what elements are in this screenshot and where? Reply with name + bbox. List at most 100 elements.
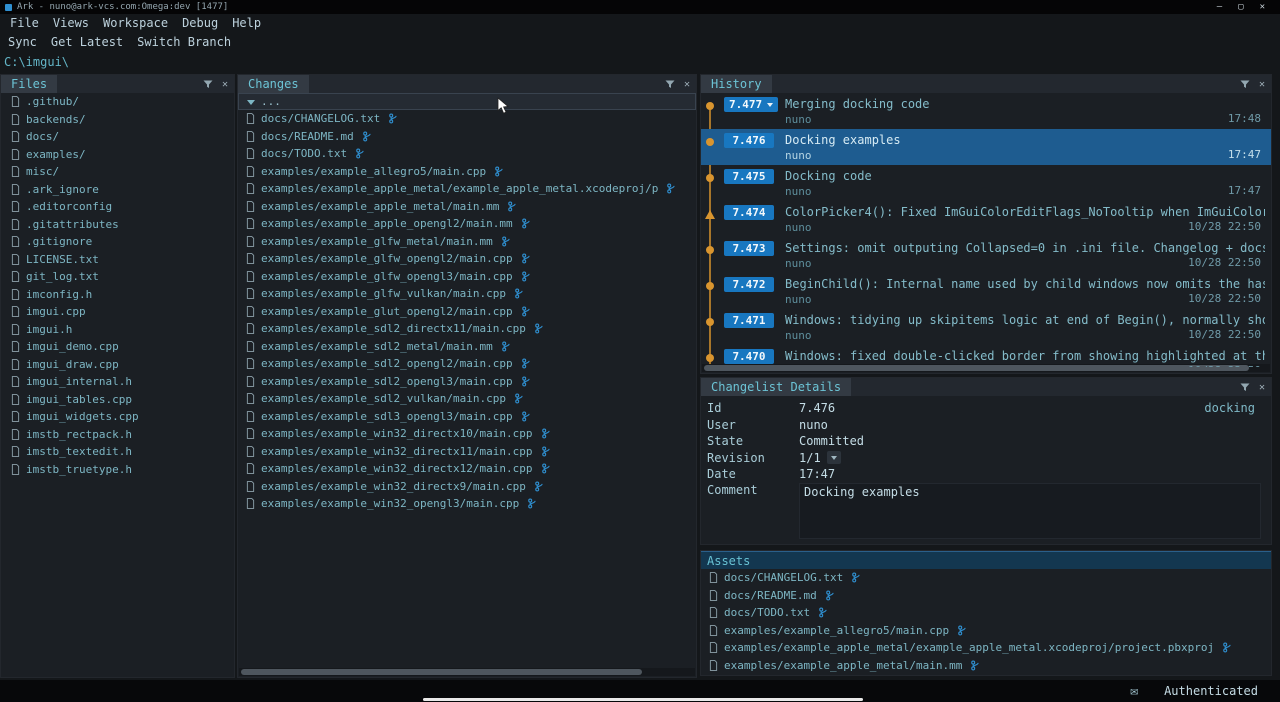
toolbar-button[interactable]: Switch Branch	[137, 35, 231, 49]
scrollbar-thumb[interactable]	[241, 669, 642, 675]
toolbar-button[interactable]: Sync	[8, 35, 37, 49]
revision-badge[interactable]: 7.474	[724, 205, 774, 220]
filter-icon[interactable]	[203, 80, 213, 89]
revision-dropdown[interactable]	[827, 451, 841, 464]
file-row[interactable]: imconfig.h	[1, 286, 234, 304]
file-row[interactable]: LICENSE.txt	[1, 251, 234, 269]
tab-history[interactable]: History	[701, 75, 772, 93]
changed-file-row[interactable]: examples/example_sdl3_opengl3/main.cpp	[238, 408, 696, 426]
file-row[interactable]: docs/	[1, 128, 234, 146]
changed-file-row[interactable]: docs/TODO.txt	[238, 145, 696, 163]
file-row[interactable]: imgui_demo.cpp	[1, 338, 234, 356]
commit-row[interactable]: 7.477 Merging docking code nuno 17:48	[701, 93, 1271, 129]
menu-item[interactable]: Debug	[182, 16, 218, 30]
menu-item[interactable]: Workspace	[103, 16, 168, 30]
asset-row[interactable]: examples/example_apple_metal/example_app…	[701, 639, 1271, 657]
menu-item[interactable]: Views	[53, 16, 89, 30]
close-button[interactable]: ✕	[1260, 2, 1265, 12]
file-row[interactable]: .github/	[1, 93, 234, 111]
commit-row[interactable]: 7.475 Docking code nuno 17:47	[701, 165, 1271, 201]
changed-file-row[interactable]: examples/example_apple_metal/example_app…	[238, 180, 696, 198]
tab-files[interactable]: Files	[1, 75, 57, 93]
commit-row[interactable]: 7.470 Windows: fixed double-clicked bord…	[701, 345, 1271, 367]
changed-file-row[interactable]: examples/example_glfw_opengl3/main.cpp	[238, 268, 696, 286]
changed-file-row[interactable]: examples/example_sdl2_metal/main.mm	[238, 338, 696, 356]
changes-tree-root[interactable]: ...	[238, 93, 696, 110]
tab-changelist-details[interactable]: Changelist Details	[701, 378, 851, 396]
revision-badge[interactable]: 7.473	[724, 241, 774, 256]
file-row[interactable]: backends/	[1, 111, 234, 129]
revision-dropdown-icon[interactable]	[767, 103, 773, 110]
graph-node-icon	[706, 354, 714, 362]
file-row[interactable]: git_log.txt	[1, 268, 234, 286]
file-row[interactable]: imgui_widgets.cpp	[1, 408, 234, 426]
changed-file-row[interactable]: docs/README.md	[238, 128, 696, 146]
changes-horizontal-scrollbar[interactable]	[239, 668, 695, 676]
commit-row[interactable]: 7.473 Settings: omit outputing Collapsed…	[701, 237, 1271, 273]
asset-row[interactable]: docs/CHANGELOG.txt	[701, 569, 1271, 587]
asset-row[interactable]: examples/example_allegro5/main.cpp	[701, 622, 1271, 640]
changed-file-row[interactable]: examples/example_sdl2_vulkan/main.cpp	[238, 390, 696, 408]
file-row[interactable]: .ark_ignore	[1, 181, 234, 199]
revision-badge[interactable]: 7.471	[724, 313, 774, 328]
asset-row[interactable]: examples/example_apple_metal/main.mm	[701, 657, 1271, 675]
filter-icon[interactable]	[665, 80, 675, 89]
changed-file-row[interactable]: examples/example_glfw_opengl2/main.cpp	[238, 250, 696, 268]
revision-badge[interactable]: 7.477	[724, 97, 778, 112]
expand-arrow-icon[interactable]	[247, 100, 255, 109]
file-row[interactable]: imgui.h	[1, 321, 234, 339]
file-row[interactable]: .gitattributes	[1, 216, 234, 234]
file-row[interactable]: imgui_tables.cpp	[1, 391, 234, 409]
changed-file-row[interactable]: examples/example_win32_directx9/main.cpp	[238, 478, 696, 496]
asset-row[interactable]: docs/TODO.txt	[701, 604, 1271, 622]
filter-icon[interactable]	[1240, 383, 1250, 392]
file-row[interactable]: imstb_rectpack.h	[1, 426, 234, 444]
revision-badge[interactable]: 7.475	[724, 169, 774, 184]
commit-row[interactable]: 7.474 ColorPicker4(): Fixed ImGuiColorEd…	[701, 201, 1271, 237]
changed-file-row[interactable]: examples/example_glfw_metal/main.mm	[238, 233, 696, 251]
changed-file-row[interactable]: examples/example_win32_opengl3/main.cpp	[238, 495, 696, 513]
changed-file-row[interactable]: examples/example_glfw_vulkan/main.cpp	[238, 285, 696, 303]
changed-file-row[interactable]: examples/example_apple_opengl2/main.mm	[238, 215, 696, 233]
tab-changes[interactable]: Changes	[238, 75, 309, 93]
minimize-button[interactable]: –	[1217, 2, 1222, 12]
file-row[interactable]: imgui.cpp	[1, 303, 234, 321]
file-row[interactable]: imstb_textedit.h	[1, 443, 234, 461]
revision-badge[interactable]: 7.470	[724, 349, 774, 364]
file-row[interactable]: misc/	[1, 163, 234, 181]
maximize-button[interactable]: ▢	[1238, 2, 1243, 12]
changed-file-row[interactable]: docs/CHANGELOG.txt	[238, 110, 696, 128]
revision-badge[interactable]: 7.472	[724, 277, 774, 292]
changed-file-row[interactable]: examples/example_win32_directx10/main.cp…	[238, 425, 696, 443]
file-row[interactable]: examples/	[1, 146, 234, 164]
close-panel-icon[interactable]: ✕	[684, 79, 690, 90]
comment-field[interactable]: Docking examples	[799, 483, 1261, 539]
menu-item[interactable]: File	[10, 16, 39, 30]
changed-file-row[interactable]: examples/example_sdl2_opengl3/main.cpp	[238, 373, 696, 391]
file-row[interactable]: imgui_draw.cpp	[1, 356, 234, 374]
revision-badge[interactable]: 7.476	[724, 133, 774, 148]
changed-file-row[interactable]: examples/example_glut_opengl2/main.cpp	[238, 303, 696, 321]
file-row[interactable]: imgui_internal.h	[1, 373, 234, 391]
changed-file-row[interactable]: examples/example_apple_metal/main.mm	[238, 198, 696, 216]
changed-file-row[interactable]: examples/example_win32_directx11/main.cp…	[238, 443, 696, 461]
commit-row[interactable]: 7.472 BeginChild(): Internal name used b…	[701, 273, 1271, 309]
file-row[interactable]: imstb_truetype.h	[1, 461, 234, 479]
changed-file-row[interactable]: examples/example_sdl2_directx11/main.cpp	[238, 320, 696, 338]
file-row[interactable]: .gitignore	[1, 233, 234, 251]
asset-row[interactable]: docs/README.md	[701, 587, 1271, 605]
commit-row[interactable]: 7.471 Windows: tidying up skipitems logi…	[701, 309, 1271, 345]
workspace-path: C:\imgui\	[4, 55, 69, 69]
close-panel-icon[interactable]: ✕	[1259, 79, 1265, 90]
commit-row[interactable]: 7.476 Docking examples nuno 17:47	[701, 129, 1271, 165]
filter-icon[interactable]	[1240, 80, 1250, 89]
toolbar-button[interactable]: Get Latest	[51, 35, 123, 49]
changed-file-row[interactable]: examples/example_win32_directx12/main.cp…	[238, 460, 696, 478]
close-panel-icon[interactable]: ✕	[1259, 382, 1265, 393]
close-panel-icon[interactable]: ✕	[222, 79, 228, 90]
menu-item[interactable]: Help	[232, 16, 261, 30]
changed-file-row[interactable]: examples/example_allegro5/main.cpp	[238, 163, 696, 181]
changed-file-row[interactable]: examples/example_sdl2_opengl2/main.cpp	[238, 355, 696, 373]
file-row[interactable]: .editorconfig	[1, 198, 234, 216]
changes-list: docs/CHANGELOG.txt docs/README.md	[238, 110, 696, 513]
